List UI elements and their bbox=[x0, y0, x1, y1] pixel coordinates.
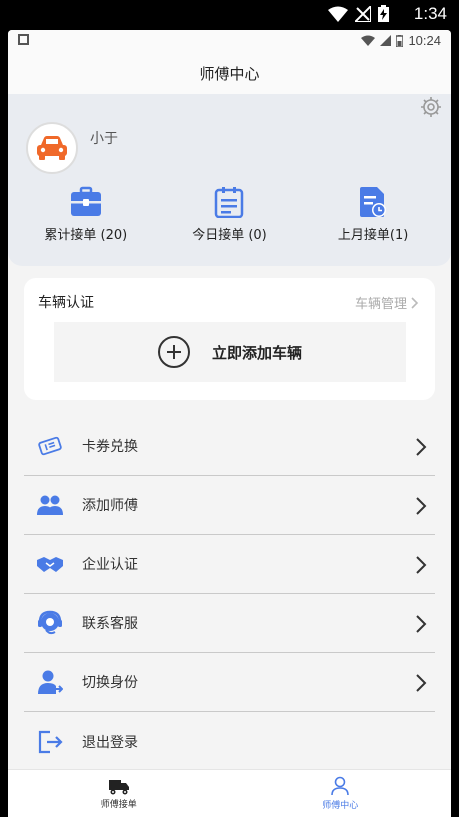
menu-item-switch-identity[interactable]: 切换身份 bbox=[24, 653, 435, 712]
settings-gear-icon[interactable] bbox=[419, 96, 443, 118]
no-signal-icon bbox=[355, 5, 371, 22]
calendar-list-icon bbox=[215, 187, 244, 218]
handshake-icon bbox=[37, 557, 63, 572]
bottom-tab-bar: 师傅接单 师傅中心 bbox=[8, 769, 451, 817]
battery-charging-icon bbox=[378, 5, 389, 22]
chevron-right-icon bbox=[411, 296, 419, 309]
menu-item-label: 切换身份 bbox=[82, 675, 138, 691]
notification-icon bbox=[18, 34, 29, 45]
app-clock: 10:24 bbox=[408, 33, 441, 48]
chevron-right-icon bbox=[416, 438, 427, 456]
signal-icon bbox=[380, 35, 392, 46]
battery-icon bbox=[396, 34, 404, 47]
order-stats: 累计接单 (20) 今日接单 (0) 上月接单(1) bbox=[8, 186, 451, 243]
chevron-right-icon bbox=[416, 497, 427, 515]
status-icons bbox=[328, 5, 389, 22]
chevron-right-icon bbox=[416, 556, 427, 574]
menu-item-logout[interactable]: 退出登录 bbox=[24, 712, 435, 771]
system-clock: 1:34 bbox=[413, 4, 447, 23]
document-clock-icon bbox=[360, 187, 387, 217]
menu-item-enterprise-cert[interactable]: 企业认证 bbox=[24, 535, 435, 594]
switch-user-icon bbox=[38, 670, 63, 694]
settings-menu: 卡券兑换 添加师傅 企业认证 联系客服 切换身份 退出登录 bbox=[24, 417, 435, 771]
menu-item-label: 联系客服 bbox=[82, 616, 138, 632]
menu-item-contact-support[interactable]: 联系客服 bbox=[24, 594, 435, 653]
vehicle-card-title: 车辆认证 bbox=[38, 295, 94, 311]
briefcase-icon bbox=[70, 186, 101, 216]
add-vehicle-button[interactable]: 立即添加车辆 bbox=[54, 322, 406, 382]
avatar[interactable] bbox=[26, 122, 78, 174]
stat-last-month-orders[interactable]: 上月接单(1) bbox=[303, 186, 443, 243]
menu-item-label: 卡券兑换 bbox=[82, 439, 138, 455]
tab-master-orders[interactable]: 师傅接单 bbox=[8, 770, 230, 817]
vehicle-manage-link[interactable]: 车辆管理 bbox=[355, 293, 419, 312]
headset-icon bbox=[38, 610, 62, 635]
vehicle-certification-card: 车辆认证 车辆管理 立即添加车辆 bbox=[24, 278, 435, 400]
logout-icon bbox=[38, 730, 63, 753]
wifi-icon bbox=[361, 35, 376, 46]
user-name: 小于 bbox=[90, 131, 118, 147]
car-icon bbox=[37, 136, 67, 160]
tab-label: 师傅接单 bbox=[100, 800, 137, 810]
page-title: 师傅中心 bbox=[199, 64, 260, 83]
plus-circle-icon bbox=[157, 336, 190, 368]
menu-item-label: 退出登录 bbox=[82, 734, 138, 751]
wifi-icon bbox=[328, 6, 348, 22]
app-screen: 10:24 师傅中心 小于 累计接单 (20) 今日接单 (0) 上月接单(1)… bbox=[8, 30, 451, 817]
app-status-bar: 10:24 bbox=[8, 30, 451, 52]
stat-today-orders[interactable]: 今日接单 (0) bbox=[159, 186, 299, 243]
menu-item-label: 企业认证 bbox=[82, 557, 138, 573]
menu-item-coupon-redeem[interactable]: 卡券兑换 bbox=[24, 417, 435, 476]
chevron-right-icon bbox=[416, 615, 427, 633]
add-vehicle-label: 立即添加车辆 bbox=[211, 343, 302, 362]
person-icon bbox=[331, 776, 350, 796]
truck-icon bbox=[108, 780, 129, 795]
tab-master-center[interactable]: 师傅中心 bbox=[230, 770, 452, 817]
vehicle-manage-label: 车辆管理 bbox=[354, 297, 407, 312]
tab-label: 师傅中心 bbox=[322, 801, 359, 811]
menu-item-add-master[interactable]: 添加师傅 bbox=[24, 476, 435, 535]
chevron-right-icon bbox=[416, 674, 427, 692]
menu-item-label: 添加师傅 bbox=[82, 498, 138, 514]
users-icon bbox=[37, 495, 63, 515]
stat-total-orders[interactable]: 累计接单 (20) bbox=[16, 186, 156, 243]
stat-today-label: 今日接单 (0) bbox=[192, 228, 267, 243]
stat-total-label: 累计接单 (20) bbox=[44, 228, 128, 243]
page-title-bar: 师傅中心 bbox=[8, 52, 451, 94]
profile-card: 小于 累计接单 (20) 今日接单 (0) 上月接单(1) bbox=[8, 94, 451, 266]
stat-last-month-label: 上月接单(1) bbox=[337, 228, 409, 243]
system-status-bar: 1:34 bbox=[0, 0, 459, 30]
coupon-icon bbox=[38, 436, 62, 456]
